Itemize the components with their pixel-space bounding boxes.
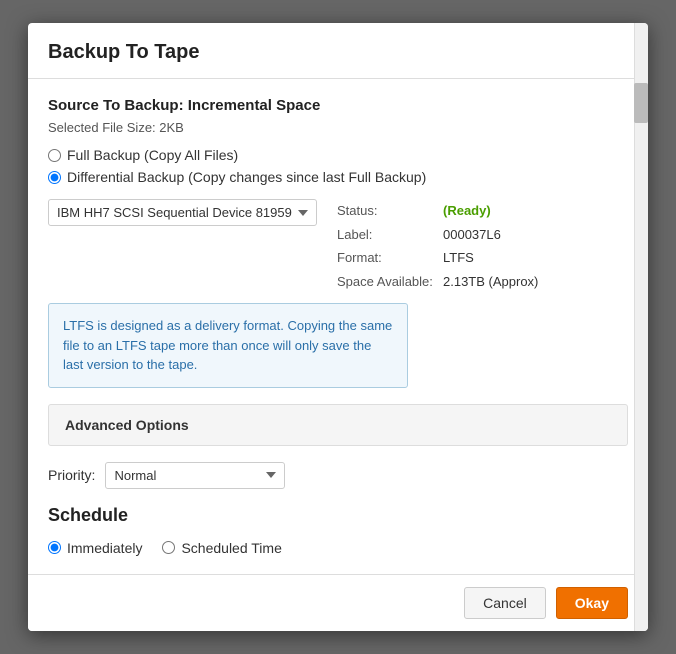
differential-backup-radio[interactable]: [48, 171, 61, 184]
tape-label-value: 000037L6: [443, 223, 501, 246]
scrollbar-thumb[interactable]: [634, 83, 648, 123]
full-backup-radio[interactable]: [48, 149, 61, 162]
scrollbar-track: [634, 23, 648, 630]
modal-body: Source To Backup: Incremental Space Sele…: [28, 79, 648, 573]
okay-button[interactable]: Okay: [556, 587, 628, 619]
scheduled-time-label: Scheduled Time: [181, 540, 281, 556]
format-label: Format:: [337, 246, 437, 269]
immediately-label: Immediately: [67, 540, 142, 556]
space-row: Space Available: 2.13TB (Approx): [337, 270, 538, 293]
advanced-options-bar[interactable]: Advanced Options: [48, 404, 628, 446]
ltfs-info-box: LTFS is designed as a delivery format. C…: [48, 303, 408, 388]
modal-dialog: Backup To Tape Source To Backup: Increme…: [28, 23, 648, 630]
modal-footer: Cancel Okay: [28, 574, 648, 631]
device-select[interactable]: IBM HH7 SCSI Sequential Device 81959: [48, 199, 317, 226]
format-row: Format: LTFS: [337, 246, 538, 269]
space-value: 2.13TB (Approx): [443, 270, 538, 293]
source-title: Source To Backup: Incremental Space: [48, 97, 628, 114]
device-info: Status: (Ready) Label: 000037L6 Format: …: [337, 199, 538, 293]
differential-backup-option[interactable]: Differential Backup (Copy changes since …: [48, 169, 628, 185]
cancel-button[interactable]: Cancel: [464, 587, 546, 619]
status-row: Status: (Ready): [337, 199, 538, 222]
advanced-options-label: Advanced Options: [65, 417, 189, 433]
label-row: Label: 000037L6: [337, 223, 538, 246]
status-label: Status:: [337, 199, 437, 222]
immediately-radio[interactable]: [48, 541, 61, 554]
file-size: Selected File Size: 2KB: [48, 120, 628, 135]
priority-select[interactable]: Normal Low High: [105, 462, 285, 489]
device-row: IBM HH7 SCSI Sequential Device 81959 Sta…: [48, 199, 628, 293]
scheduled-time-option[interactable]: Scheduled Time: [162, 540, 281, 556]
modal-header: Backup To Tape: [28, 23, 648, 79]
status-value: (Ready): [443, 199, 491, 222]
differential-backup-label: Differential Backup (Copy changes since …: [67, 169, 426, 185]
scheduled-time-radio[interactable]: [162, 541, 175, 554]
overlay: Backup To Tape Source To Backup: Increme…: [0, 0, 676, 654]
priority-row: Priority: Normal Low High: [48, 462, 628, 489]
space-label: Space Available:: [337, 270, 437, 293]
backup-type-group: Full Backup (Copy All Files) Differentia…: [48, 147, 628, 185]
immediately-option[interactable]: Immediately: [48, 540, 142, 556]
modal-title: Backup To Tape: [48, 41, 628, 64]
schedule-title: Schedule: [48, 505, 628, 526]
format-value: LTFS: [443, 246, 474, 269]
ltfs-info-text: LTFS is designed as a delivery format. C…: [63, 318, 392, 372]
priority-label: Priority:: [48, 467, 95, 483]
full-backup-label: Full Backup (Copy All Files): [67, 147, 238, 163]
full-backup-option[interactable]: Full Backup (Copy All Files): [48, 147, 628, 163]
tape-label-label: Label:: [337, 223, 437, 246]
schedule-radio-row: Immediately Scheduled Time: [48, 540, 628, 556]
